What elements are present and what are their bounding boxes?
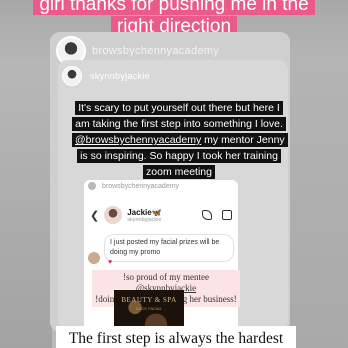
dm-source-handle: browsbychennyacademy xyxy=(102,182,180,190)
reply-part1: !so proud of my mentee xyxy=(123,272,209,282)
quote-text: It's scary to put yourself out there but… xyxy=(72,100,288,180)
dm-top-bar: ❮ Jackie🦋 skynnbyjackie xyxy=(84,202,238,228)
quote-mention-link[interactable]: @browsbychennyacademy xyxy=(75,134,201,146)
dm-source-header: browsbychennyacademy xyxy=(88,182,179,190)
phone-icon[interactable] xyxy=(202,210,212,220)
background-left xyxy=(0,60,52,348)
promo-subtitle: BACK FACIAL xyxy=(136,306,162,311)
quote-part1: It's scary to put yourself out there but… xyxy=(75,102,283,130)
dm-source-avatar xyxy=(88,182,96,190)
inner-post-header: skynnbyjackie xyxy=(62,66,150,86)
dm-actions xyxy=(202,210,232,220)
contact-name: Jackie xyxy=(127,207,152,217)
promo-title: BEAUTY & SPA xyxy=(121,296,177,304)
butterfly-emoji: 🦋 xyxy=(151,207,162,217)
video-call-icon[interactable] xyxy=(222,210,232,220)
contact-username: skynnbyjackie xyxy=(127,216,162,223)
caption-text: The first step is always the hardest xyxy=(56,326,296,348)
incoming-message: I just posted my facial prizes will be d… xyxy=(104,234,234,262)
inner-avatar[interactable] xyxy=(62,66,82,86)
background-right xyxy=(288,60,348,348)
heart-reaction-icon: ♥ xyxy=(108,259,113,266)
outer-post-handle[interactable]: browsbychennyacademy xyxy=(92,45,219,57)
contact-avatar[interactable] xyxy=(104,206,123,224)
back-arrow-icon[interactable]: ❮ xyxy=(90,209,99,222)
contact-info[interactable]: Jackie🦋 skynnbyjackie xyxy=(127,208,161,223)
inner-post-handle[interactable]: skynnbyjackie xyxy=(90,71,150,81)
message-avatar xyxy=(88,252,100,264)
